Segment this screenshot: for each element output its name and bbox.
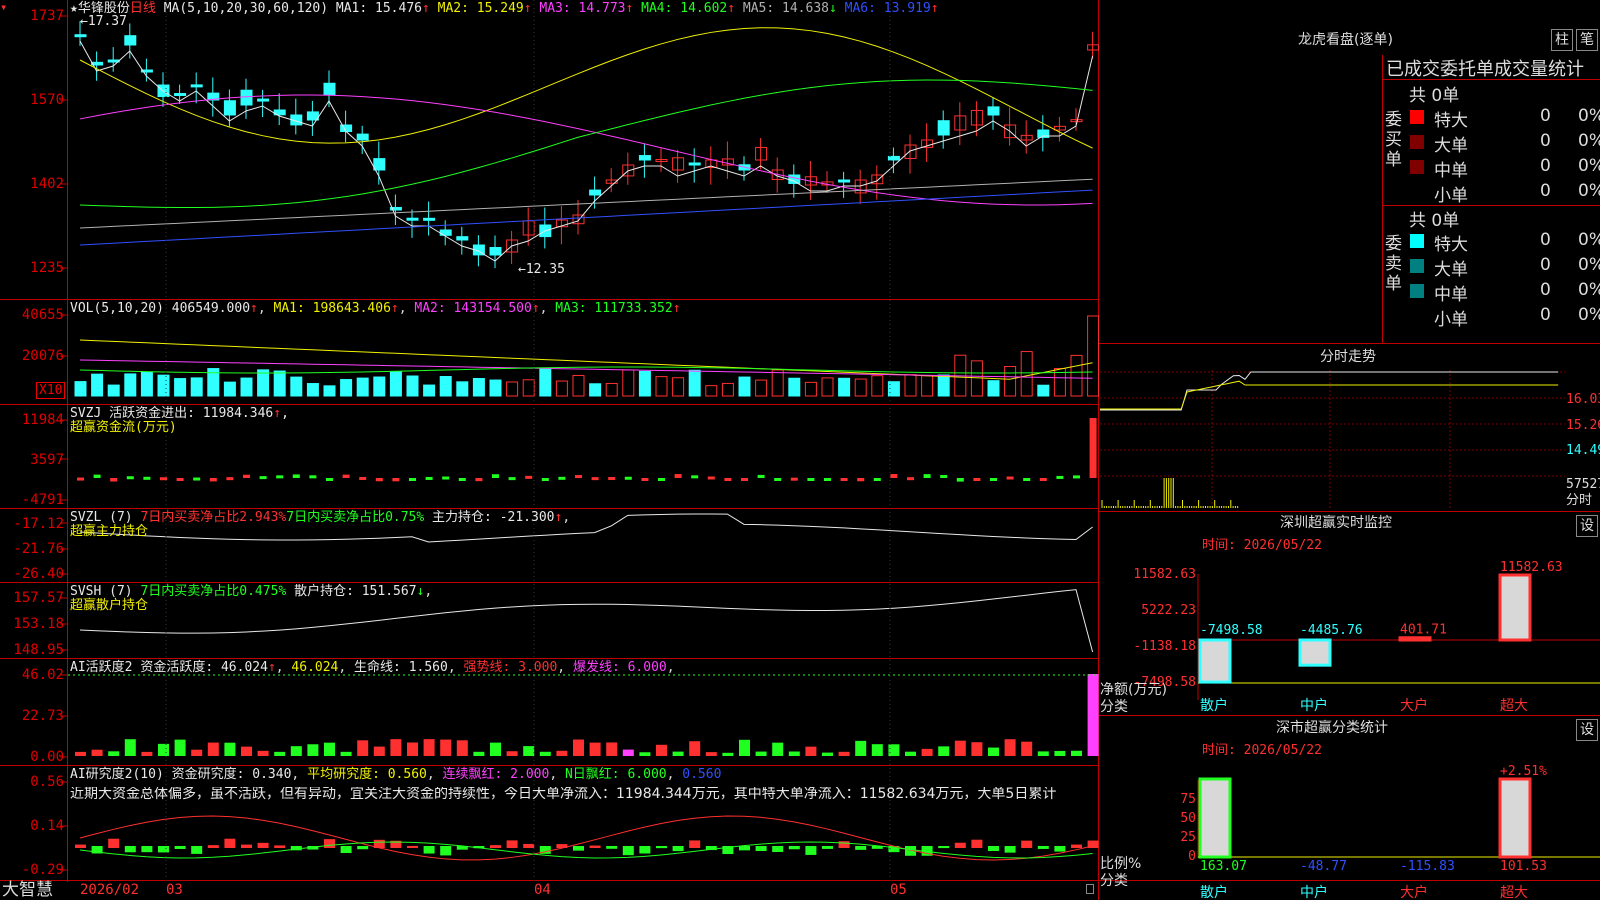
class-bar: [1498, 777, 1532, 859]
class-category: 超大: [1500, 885, 1528, 900]
class-bar-label: 101.53: [1500, 859, 1547, 874]
class-bar-label: 163.07: [1200, 859, 1247, 874]
class-category: 散户: [1200, 884, 1228, 900]
class-category: 大户: [1400, 884, 1428, 900]
class-chart: 163.07 散户 -48.77 中户 -115.83 大户 101.53 超大: [1197, 777, 1600, 900]
class-bar-rect: [1198, 777, 1232, 859]
class-bar-rect: [1498, 777, 1532, 859]
class-bar-label: -48.77: [1300, 859, 1347, 874]
class-bar: [1198, 777, 1232, 859]
class-bar-label: -115.83: [1400, 859, 1455, 874]
class-category: 中户: [1300, 884, 1328, 900]
